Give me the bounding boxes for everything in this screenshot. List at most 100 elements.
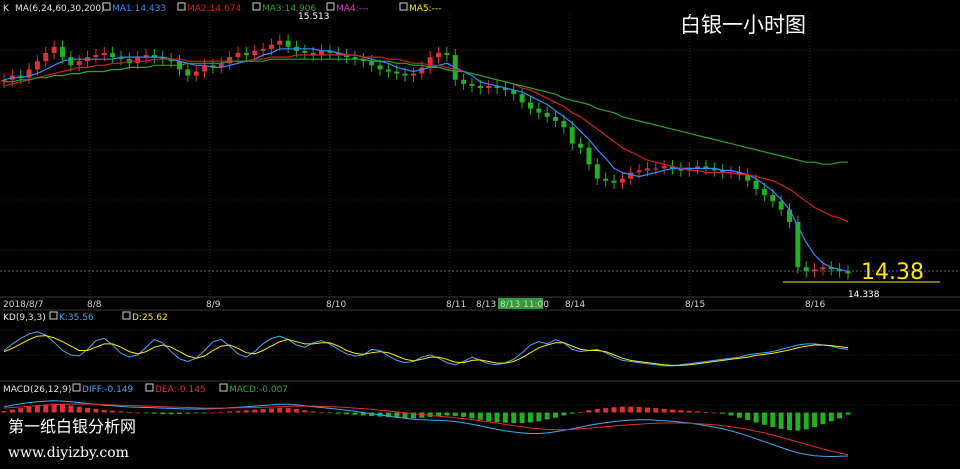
macd-bar [803, 412, 809, 430]
macd-bar [319, 412, 325, 414]
x-tick-label: 8/10 [326, 300, 346, 310]
kd-legend-name: KD(9,3,3) [3, 313, 46, 323]
macd-bar [770, 412, 776, 428]
macd-bar [160, 412, 166, 415]
low-price-label: 14.338 [848, 290, 880, 300]
macd-bar [569, 412, 575, 414]
macd-bar [427, 412, 433, 417]
candle-body [569, 127, 575, 144]
candle-body [820, 267, 826, 270]
macd-bar [293, 409, 299, 413]
candle-body [653, 168, 659, 170]
watermark-url: www.diyizby.com [8, 445, 129, 461]
macd-bar [60, 404, 65, 413]
last-price-label: 14.38 [861, 260, 924, 285]
macd-bar [477, 412, 483, 420]
macd-bar [327, 412, 333, 414]
macd-bar [603, 408, 609, 413]
candle-body [436, 52, 442, 58]
macd-bar [502, 412, 508, 423]
kd-legend-d: D:25.62 [132, 313, 168, 323]
candle-body [385, 69, 391, 72]
candle-body [43, 52, 49, 62]
macd-bar [820, 412, 826, 425]
macd-bar [143, 412, 149, 414]
kd-legend: KD(9,3,3) K:35.56 D:25.62 [3, 311, 168, 323]
macd-bar [202, 412, 208, 414]
candle-body [243, 52, 249, 56]
macd-bar [344, 412, 350, 415]
macd-bar [812, 412, 818, 428]
macd-bar [252, 409, 258, 413]
macd-bar [185, 412, 191, 414]
candle-body [469, 83, 475, 86]
macd-legend-name: MACD(26,12,9) [3, 385, 71, 395]
macd-bar [653, 408, 659, 413]
macd-bar [720, 412, 726, 414]
macd-bar [151, 412, 157, 414]
macd-bar [787, 412, 792, 430]
macd-bar [1, 411, 7, 413]
macd-bar [110, 410, 116, 413]
macd-bar [193, 412, 199, 414]
macd-bar [310, 411, 316, 413]
candle-body [101, 52, 107, 56]
candle-body [611, 180, 617, 183]
candle-body [402, 73, 408, 76]
macd-bar [436, 412, 442, 416]
macd-bar [519, 412, 525, 423]
macd-bar [461, 412, 467, 417]
macd-bar [644, 407, 650, 413]
macd-bar [711, 412, 717, 414]
candle-body [778, 201, 784, 210]
macd-bar [527, 412, 533, 423]
candle-body [268, 44, 274, 49]
candle-body [753, 180, 759, 189]
macd-bar [736, 412, 742, 418]
macd-bar [260, 409, 266, 413]
macd-bar [177, 412, 182, 414]
chart-canvas: 白银一小时图 K MA(6,24,60,30,200) MA1:14.433 M… [0, 0, 960, 469]
macd-legend-dea: DEA:-0.145 [155, 385, 206, 395]
macd-bar [703, 411, 709, 413]
candle-body [628, 172, 634, 179]
macd-bar [561, 412, 567, 416]
macd-bar [553, 412, 559, 418]
macd-bar [636, 406, 642, 413]
macd-bar [444, 412, 450, 416]
kd-legend-k: K:35.56 [59, 313, 94, 323]
candle-body [252, 50, 258, 56]
legend-ma-params: MA(6,24,60,30,200) [15, 4, 105, 14]
candle-body [845, 271, 851, 274]
macd-bar [686, 410, 692, 413]
x-tick-label: 2018/8/7 [3, 300, 43, 310]
macd-bar [243, 410, 249, 413]
candle-body [110, 52, 116, 58]
macd-bar [578, 411, 584, 413]
x-tick-label: 8/13 11:00 [500, 300, 549, 310]
macd-bar [778, 412, 784, 429]
macd-legend-diff: DIFF:-0.149 [82, 385, 134, 395]
macd-bar [486, 412, 492, 422]
macd-bar [26, 406, 32, 413]
candle-body [260, 48, 266, 51]
macd-bar [126, 411, 132, 413]
macd-bar [544, 412, 550, 420]
candle-body [561, 120, 567, 128]
macd-bar [828, 412, 834, 422]
macd-bar [452, 412, 458, 416]
x-tick-label: 8/13 [476, 300, 496, 310]
candle-body [527, 102, 533, 109]
candle-body [68, 57, 74, 66]
candle-body [536, 108, 542, 113]
candle-body [135, 57, 141, 64]
macd-bar [210, 412, 216, 414]
legend-ma4: MA4:--- [336, 4, 368, 14]
macd-legend-macd: MACD:-0.007 [229, 385, 288, 395]
candle-body [770, 195, 776, 202]
x-tick-label: 8/11 [446, 300, 466, 310]
macd-bar [18, 408, 24, 413]
candle-body [544, 112, 550, 117]
x-tick-label: 8/8 [87, 300, 102, 310]
macd-bar [795, 412, 801, 431]
